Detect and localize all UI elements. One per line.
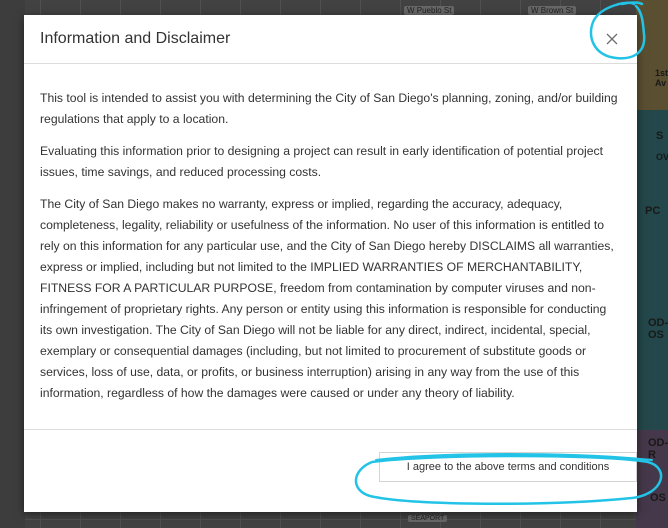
disclaimer-dialog: Information and Disclaimer This tool is … bbox=[24, 15, 637, 512]
close-icon bbox=[606, 33, 618, 45]
dialog-body: This tool is intended to assist you with… bbox=[24, 64, 637, 430]
dialog-footer: I agree to the above terms and condition… bbox=[24, 430, 637, 510]
dialog-header: Information and Disclaimer bbox=[24, 15, 637, 64]
disclaimer-paragraph: This tool is intended to assist you with… bbox=[40, 91, 618, 126]
agree-button[interactable]: I agree to the above terms and condition… bbox=[379, 452, 637, 482]
dialog-title: Information and Disclaimer bbox=[40, 30, 231, 47]
close-button[interactable] bbox=[601, 28, 623, 50]
disclaimer-paragraph: The City of San Diego makes no warranty,… bbox=[40, 197, 614, 400]
disclaimer-paragraph: Evaluating this information prior to des… bbox=[40, 144, 603, 179]
